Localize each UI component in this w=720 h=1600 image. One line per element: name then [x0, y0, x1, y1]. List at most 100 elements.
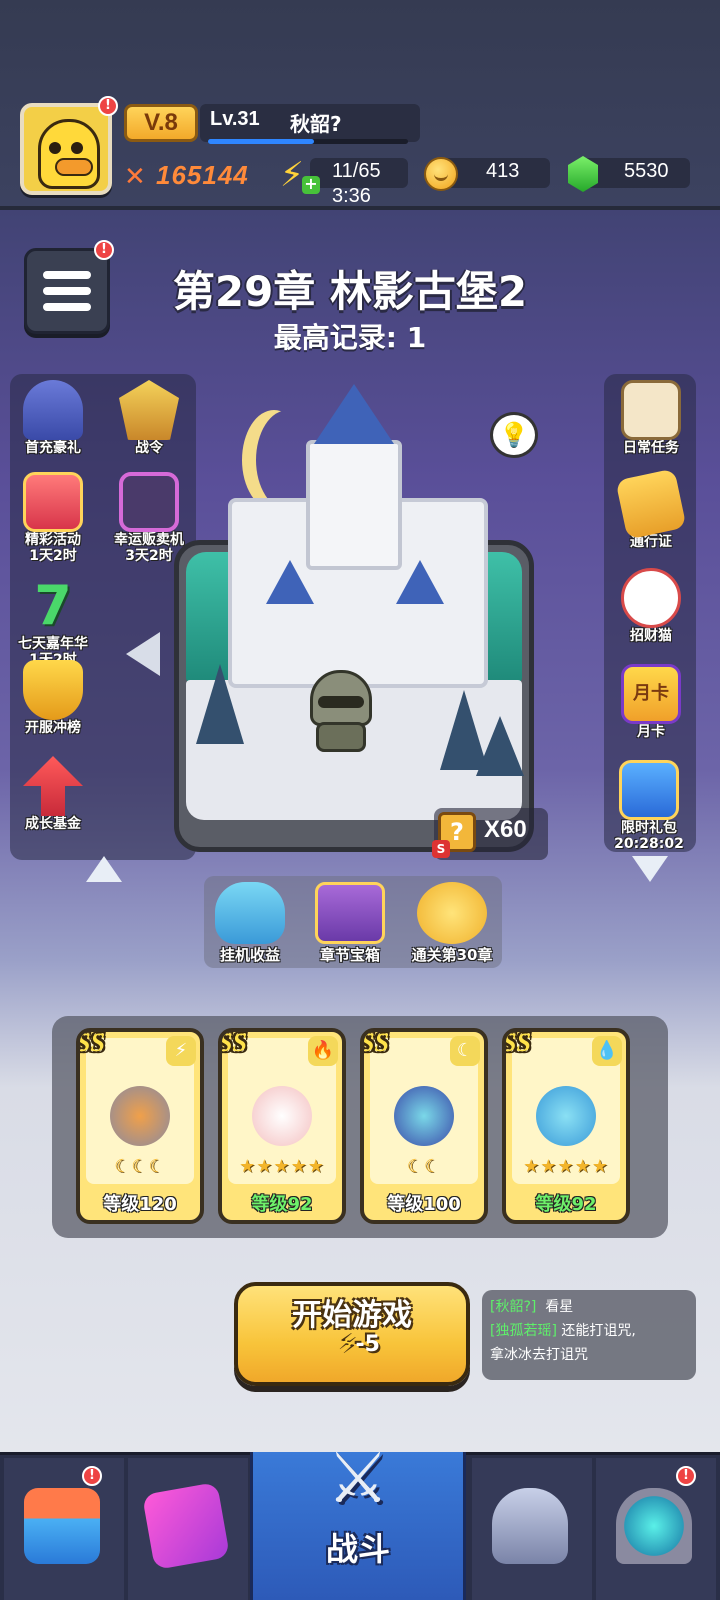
side-item-label: 战令: [135, 440, 163, 456]
pass-card-button[interactable]: 通行证: [606, 468, 696, 550]
hero-level: 等级100: [387, 1194, 461, 1215]
chick-hero-icon: [252, 1086, 312, 1146]
player-avatar[interactable]: [20, 103, 112, 195]
hero-stars: ☾☾☾: [114, 1156, 166, 1177]
xp-bar: [208, 139, 408, 144]
previous-chapter-arrow[interactable]: [126, 632, 160, 676]
reward-label: 章节宝箱: [319, 946, 380, 964]
best-record: 最高记录: 1: [273, 321, 427, 354]
first-recharge-button[interactable]: 首充豪礼: [8, 380, 98, 456]
knight-visor: [318, 696, 364, 708]
menu-line: [43, 303, 91, 311]
castle-main-tower: [306, 440, 402, 570]
lightning-icon[interactable]: ⚡: [280, 155, 304, 195]
hooded-archer-hero-icon: [394, 1086, 454, 1146]
crossed-swords-icon: ⚔: [326, 1437, 390, 1519]
lightbulb-icon[interactable]: 💡: [490, 412, 538, 458]
start-game-label: 开始游戏: [292, 1298, 412, 1333]
side-item-label: 限时礼包: [621, 820, 677, 836]
energy-cost: -5: [355, 1332, 380, 1357]
server-ranking-button[interactable]: 开服冲榜: [8, 660, 98, 736]
castle-roof-icon: [314, 384, 394, 444]
moon-icon: ☾: [450, 1036, 480, 1066]
armor-helmet-icon: [492, 1488, 568, 1564]
limited-gift-button[interactable]: 限时礼包 20:28:02: [604, 760, 694, 852]
chest-count: X60: [484, 816, 527, 843]
side-item-label: 通行证: [630, 534, 672, 550]
chapter-title: 第29章 林影古堡2: [172, 267, 528, 316]
shop-notification-badge: !: [82, 1466, 102, 1486]
knight-character-icon: [304, 660, 378, 756]
side-item-label: 幸运贩卖机: [114, 532, 184, 548]
clear-chapter-reward-button[interactable]: 通关第30章: [402, 882, 502, 965]
water-dragon-hero-icon: [536, 1086, 596, 1146]
hero-card[interactable]: SS ☾ ☾☾ 等级100: [360, 1028, 488, 1224]
hero-card[interactable]: SS 🔥 ★★★★★ 等级92: [218, 1028, 346, 1224]
side-item-label: 精彩活动: [25, 532, 81, 548]
crown-chest-icon: [315, 882, 385, 944]
pine-tree-icon: [196, 664, 244, 744]
wizard-icon: [23, 380, 83, 440]
duck-avatar-icon: [38, 119, 100, 189]
hero-level: 等级120: [103, 1194, 177, 1215]
portal-icon: [616, 1488, 692, 1564]
menu-notification-badge: !: [94, 240, 114, 260]
side-item-label: 开服冲榜: [25, 720, 81, 736]
side-item-label: 日常任务: [623, 440, 679, 456]
xp-bar-fill: [208, 139, 314, 144]
vip-badge[interactable]: V.8: [124, 104, 198, 142]
combat-power-value: 165144: [156, 160, 249, 190]
knight-body: [316, 722, 366, 752]
growth-arrow-icon: [23, 756, 83, 816]
coin-value: 413: [486, 160, 520, 182]
side-item-timer: 1天2时: [29, 548, 77, 564]
chapter-chest-button[interactable]: 章节宝箱: [300, 882, 400, 965]
hero-rank: SS: [360, 1028, 389, 1057]
events-button[interactable]: 精彩活动 1天2时: [8, 472, 98, 564]
left-scroll-up-arrow[interactable]: [86, 856, 122, 882]
side-item-label: 月卡: [637, 724, 665, 740]
armored-cat-hero-icon: [110, 1086, 170, 1146]
menu-line: [43, 287, 91, 295]
avatar-notification-badge: !: [98, 96, 118, 116]
main-menu-button[interactable]: [24, 248, 110, 334]
seven-day-carnival-button[interactable]: 7 七天嘉年华 1天2时: [8, 576, 98, 669]
lightning-icon: ⚡: [340, 1332, 356, 1357]
hero-level: 等级92: [535, 1194, 597, 1215]
lucky-cat-button[interactable]: 招财猫: [606, 568, 696, 644]
water-drop-icon: 💧: [592, 1036, 622, 1066]
vending-machine-icon: [119, 472, 179, 532]
fire-icon: 🔥: [308, 1036, 338, 1066]
monthly-card-button[interactable]: 月卡 月卡: [606, 664, 696, 740]
combat-power-icon: ✕: [124, 162, 146, 192]
idle-earnings-button[interactable]: 挂机收益: [200, 882, 300, 965]
pine-tree-icon: [476, 716, 524, 776]
daily-tasks-button[interactable]: 日常任务: [606, 380, 696, 456]
hero-level: 等级92: [251, 1194, 313, 1215]
gem-value: 5530: [624, 160, 669, 182]
reward-label: 通关第30章: [411, 946, 493, 964]
hero-card[interactable]: SS 💧 ★★★★★ 等级92: [502, 1028, 630, 1224]
battle-pass-button[interactable]: 战令: [104, 380, 194, 456]
side-item-timer: 20:28:02: [614, 836, 684, 852]
sword-shield-icon: [119, 380, 179, 440]
castle-small-roof-icon: [266, 560, 314, 604]
right-scroll-down-arrow[interactable]: [632, 856, 668, 882]
side-item-label: 七天嘉年华: [18, 636, 88, 652]
cards-icon: [141, 1481, 231, 1571]
growth-fund-button[interactable]: 成长基金: [8, 756, 98, 832]
player-name: 秋韶?: [290, 112, 342, 136]
chat-message: 拿冰冰去打诅咒: [490, 1346, 588, 1364]
chat-text: 拿冰冰去打诅咒: [490, 1347, 588, 1363]
chat-sender: [独孤若瑶]: [490, 1323, 557, 1339]
lightning-icon: ⚡: [166, 1036, 196, 1066]
chest-rank-badge: S: [432, 840, 450, 858]
coin-icon: [424, 157, 458, 191]
castle-small-roof-icon: [396, 560, 444, 604]
add-energy-button[interactable]: +: [302, 176, 320, 194]
sleeping-dragon-icon: [215, 882, 285, 944]
side-item-label: 成长基金: [25, 816, 81, 832]
hero-rank: SS: [502, 1028, 531, 1057]
ticket-icon: [615, 468, 687, 540]
hero-card[interactable]: SS ⚡ ☾☾☾ 等级120: [76, 1028, 204, 1224]
